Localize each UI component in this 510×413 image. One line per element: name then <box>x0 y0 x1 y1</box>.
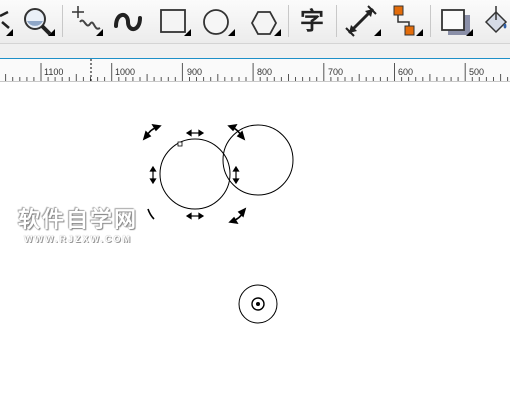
paint-bucket-icon <box>484 6 508 34</box>
ellipse-object-rotating[interactable] <box>159 138 231 210</box>
freehand-tool-button[interactable] <box>68 2 104 40</box>
ruler-label: 1100 <box>44 67 64 77</box>
ruler-label: 700 <box>328 67 344 77</box>
artistic-media-tool-button[interactable] <box>110 2 146 40</box>
drawing-canvas[interactable]: 软件自学网 WWW.RJZXW.COM <box>0 81 510 413</box>
toolbox: 字 <box>0 0 510 44</box>
zoom-tool-button[interactable] <box>18 2 56 40</box>
ruler-label: 800 <box>257 67 273 77</box>
text-tool-button[interactable]: 字 <box>294 2 330 40</box>
shape-tool-button[interactable] <box>0 2 14 40</box>
ellipse-tool-button[interactable] <box>198 2 236 40</box>
dimension-tool-button[interactable] <box>342 2 382 40</box>
rotate-handle-bottom-right[interactable] <box>228 207 247 225</box>
skew-handle-right[interactable] <box>232 165 240 185</box>
watermark: 软件自学网 WWW.RJZXW.COM <box>18 202 138 244</box>
ruler-label: 1000 <box>115 67 136 77</box>
ruler-label: 500 <box>469 67 485 77</box>
rotate-handle-top-left[interactable] <box>142 123 162 141</box>
text-icon: 字 <box>300 7 324 35</box>
skew-handle-left[interactable] <box>149 165 157 185</box>
toolbar-separator <box>336 5 337 37</box>
toolbar-separator <box>288 5 289 37</box>
watermark-url: WWW.RJZXW.COM <box>24 234 132 244</box>
watermark-main: 软件自学网 <box>18 208 139 233</box>
connector-tool-button[interactable] <box>388 2 424 40</box>
rectangle-tool-button[interactable] <box>154 2 192 40</box>
ellipse-object[interactable] <box>222 124 294 196</box>
polygon-tool-button[interactable] <box>242 2 282 40</box>
node-handle[interactable] <box>177 141 183 147</box>
toolbar-separator <box>62 5 63 37</box>
rotation-center-marker[interactable] <box>238 284 278 324</box>
ruler-ticks <box>5 59 509 81</box>
ruler-label: 900 <box>187 67 203 77</box>
horizontal-ruler[interactable]: 1100 1000 900 800 700 600 500 <box>0 58 510 82</box>
property-bar-gap <box>0 44 510 58</box>
toolbar-separator <box>430 5 431 37</box>
ruler-label: 600 <box>398 67 414 77</box>
rotate-handle-bottom-left[interactable] <box>147 208 155 220</box>
fill-tool-button[interactable] <box>480 2 510 40</box>
skew-handle-bottom[interactable] <box>185 212 205 220</box>
drop-shadow-tool-button[interactable] <box>436 2 474 40</box>
skew-handle-top[interactable] <box>185 129 205 137</box>
curve-icon <box>114 13 142 31</box>
